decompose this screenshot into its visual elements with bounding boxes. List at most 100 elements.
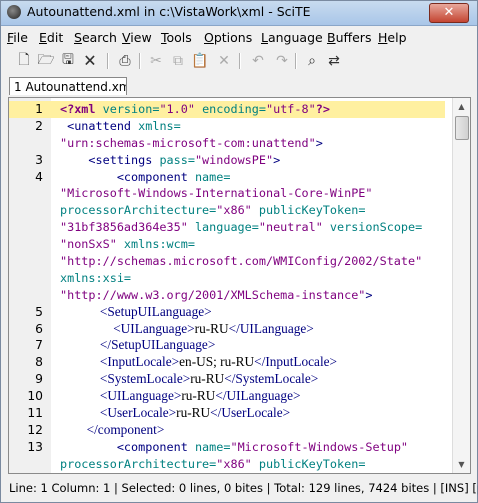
code-line[interactable]: 5 <SetupUILanguage> (9, 304, 445, 321)
code-line[interactable]: "urn:schemas-microsoft-com:unattend"> (9, 135, 445, 152)
code-line[interactable]: 6 <UILanguage>ru-RU</UILanguage> (9, 321, 445, 338)
line-number: 7 (35, 338, 43, 353)
code-token: ru-RU (181, 388, 216, 404)
menu-mnemonic: O (204, 30, 214, 45)
code-line[interactable]: 1 <?xml version="1.0" encoding="utf-8"?> (9, 101, 445, 118)
vertical-scrollbar[interactable]: ▲ ▼ (452, 98, 470, 473)
menu-options[interactable]: Options (204, 30, 252, 45)
code-line[interactable]: "http://schemas.microsoft.com/WMIConfig/… (9, 253, 445, 270)
code-token: version= (102, 102, 160, 116)
menu-mnemonic: S (74, 30, 82, 45)
line-number: 11 (27, 406, 43, 421)
code-line[interactable]: "Microsoft-Windows-International-Core-Wi… (9, 185, 445, 202)
scroll-down-arrow-icon[interactable]: ▼ (453, 456, 470, 473)
scroll-up-arrow-icon[interactable]: ▲ (453, 98, 470, 115)
menu-mnemonic: B (327, 30, 336, 45)
menu-mnemonic: L (261, 30, 268, 45)
code-text: <component name= (60, 169, 231, 186)
code-line[interactable]: 2 <unattend xmlns= (9, 118, 445, 135)
code-token: <component (60, 439, 195, 454)
code-line[interactable]: "http://www.w3.org/2001/XMLSchema-instan… (9, 287, 445, 304)
menu-label: anguage (267, 30, 323, 45)
cut-icon[interactable]: ✂ (147, 52, 165, 70)
close-button[interactable]: ✕ (429, 3, 469, 23)
code-token: ru-RU (176, 405, 211, 421)
status-text: Line: 1 Column: 1 | Selected: 0 lines, 0… (9, 481, 478, 495)
code-text: <SystemLocale>ru-RU</SystemLocale> (60, 371, 318, 388)
find-icon[interactable]: ⌕ (303, 52, 321, 70)
code-token: > (315, 135, 323, 150)
code-text: <component name="Microsoft-Windows-Setup… (60, 439, 408, 456)
code-line[interactable]: 9 <SystemLocale>ru-RU</SystemLocale> (9, 371, 445, 388)
menu-label: ools (166, 30, 192, 45)
code-token: xmlns:wcm= (116, 237, 195, 252)
open-folder-icon[interactable]: 🗁 (37, 52, 55, 70)
code-token: "31bf3856ad364e35" (60, 220, 188, 235)
code-text: </component> (60, 422, 165, 439)
line-number: 9 (35, 372, 43, 387)
code-token: "neutral" (258, 220, 323, 235)
title-bar[interactable]: Autounattend.xml in c:\VistaWork\xml - S… (1, 1, 477, 26)
code-token: xmlns= (138, 118, 181, 133)
code-text: <unattend xmlns= (60, 118, 181, 135)
code-line[interactable]: "31bf3856ad364e35" language="neutral" ve… (9, 219, 445, 236)
toolbar-separator (139, 53, 141, 69)
menu-tools[interactable]: Tools (161, 30, 192, 45)
code-token: <InputLocale> (60, 354, 180, 370)
save-icon[interactable]: 🖫 (59, 52, 77, 70)
code-token: <unattend (60, 118, 139, 133)
menu-language[interactable]: Language (261, 30, 323, 45)
line-number: 3 (35, 152, 43, 167)
editor-pane[interactable]: 1 <?xml version="1.0" encoding="utf-8"?> 2… (8, 97, 471, 474)
code-token: </SystemLocale> (224, 371, 319, 387)
code-line[interactable]: 8 <InputLocale>en-US; ru-RU</InputLocale… (9, 354, 445, 371)
paste-icon[interactable]: 📋 (191, 52, 209, 70)
code-line[interactable]: xmlns:xsi= (9, 270, 445, 287)
code-lines: 1 <?xml version="1.0" encoding="utf-8"?> 2… (9, 101, 445, 473)
menu-file[interactable]: File (7, 30, 28, 45)
scrollbar-thumb[interactable] (455, 116, 469, 140)
code-line[interactable]: 12 </component> (9, 422, 445, 439)
code-text: "urn:schemas-microsoft-com:unattend"> (60, 135, 323, 152)
copy-icon[interactable]: ⧉ (169, 52, 187, 70)
delete-icon[interactable]: ✕ (215, 52, 233, 70)
toolbar-separator (107, 53, 109, 69)
code-line[interactable]: 7 </SetupUILanguage> (9, 337, 445, 354)
menu-search[interactable]: Search (74, 30, 117, 45)
menu-label: elp (387, 30, 407, 45)
menu-help[interactable]: Help (378, 30, 407, 45)
menu-label: earch (81, 30, 117, 45)
code-token: processorArchitecture= (60, 203, 217, 218)
menu-mnemonic: E (39, 30, 47, 45)
replace-icon[interactable]: ⇄ (325, 52, 343, 70)
print-icon[interactable]: ⎙ (116, 52, 134, 70)
code-line[interactable]: 10 <UILanguage>ru-RU</UILanguage> (9, 388, 445, 405)
code-line[interactable]: 13 <component name="Microsoft-Windows-Se… (9, 439, 445, 456)
toolbar-separator (295, 53, 297, 69)
code-token: ru-RU (190, 371, 225, 387)
new-document-icon[interactable]: 🗋 (15, 52, 33, 70)
code-line[interactable]: 3 <settings pass="windowsPE"> (9, 152, 445, 169)
code-line[interactable]: processorArchitecture="x86" publicKeyTok… (9, 456, 445, 473)
undo-icon[interactable]: ↶ (249, 52, 267, 70)
code-line[interactable]: 11 <UserLocale>ru-RU</UserLocale> (9, 405, 445, 422)
line-number: 1 (35, 102, 43, 116)
code-line[interactable]: 4 <component name= (9, 169, 445, 186)
menu-buffers[interactable]: Buffers (327, 30, 371, 45)
code-line[interactable]: "nonSxS" xmlns:wcm= (9, 236, 445, 253)
menu-label: uffers (335, 30, 372, 45)
tab-autounattend[interactable]: 1 Autounattend.xml (9, 77, 127, 95)
close-document-icon[interactable]: 🗙 (81, 52, 99, 70)
menu-view[interactable]: View (122, 30, 152, 45)
code-text: <?xml version="1.0" encoding="utf-8"?> (60, 101, 330, 118)
line-number: 8 (35, 355, 43, 370)
code-line[interactable]: processorArchitecture="x86" publicKeyTok… (9, 202, 445, 219)
menu-edit[interactable]: Edit (39, 30, 63, 45)
redo-icon[interactable]: ↷ (273, 52, 291, 70)
code-text: <UILanguage>ru-RU</UILanguage> (60, 321, 314, 338)
scite-app-icon[interactable] (7, 5, 21, 19)
code-token: </SetupUILanguage> (60, 337, 216, 353)
code-token: > (365, 287, 373, 302)
code-token: name= (194, 439, 231, 454)
line-number: 13 (27, 439, 43, 454)
